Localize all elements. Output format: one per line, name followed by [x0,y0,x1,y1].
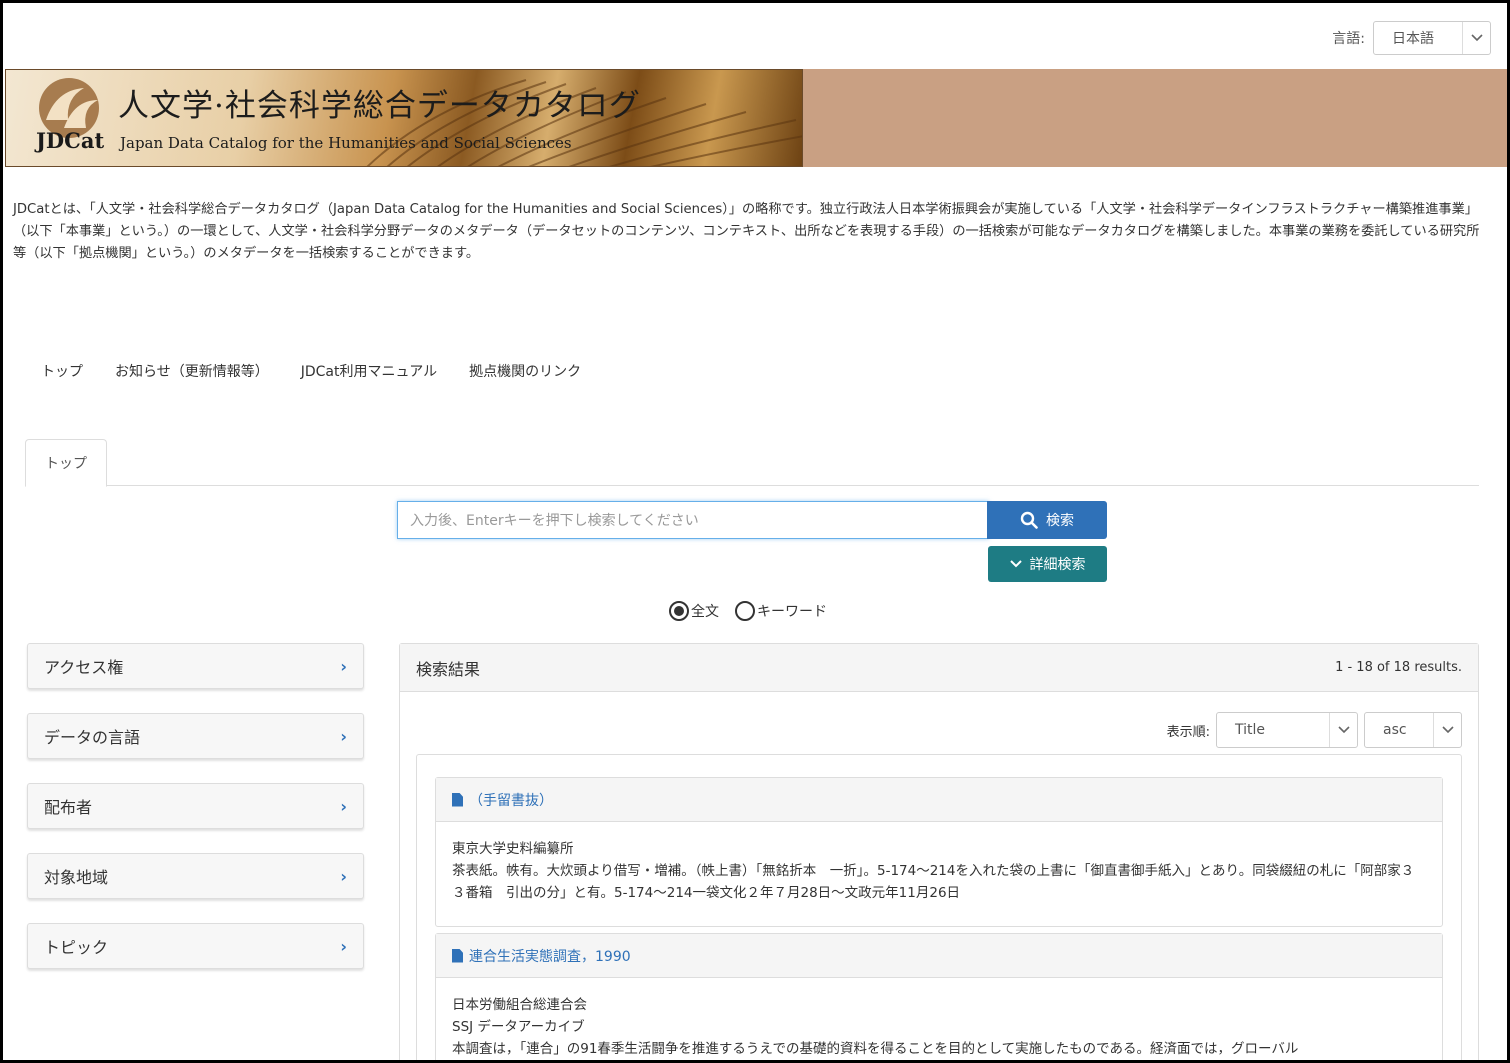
facet-access-rights[interactable]: アクセス権 › [27,643,364,689]
chevron-right-icon: › [340,936,347,956]
language-selector: 言語: 日本語 [1332,21,1491,55]
result-item-body: 日本労働組合総連合会 SSJ データアーカイブ 本調査は，「連合」の91春季生活… [436,978,1442,1060]
radio-fulltext-label: 全文 [691,604,719,620]
result-item: 連合生活実態調査，1990 日本労働組合総連合会 SSJ データアーカイブ 本調… [435,933,1443,1060]
chevron-right-icon: › [340,726,347,746]
result-item-line: 本調査は，「連合」の91春季生活闘争を推進するうえでの基礎的資料を得ることを目的… [452,1041,1299,1057]
facet-label: トピック [44,938,109,957]
facet-label: 対象地域 [44,868,109,887]
chevron-down-icon [1329,713,1357,747]
chevron-right-icon: › [340,656,347,676]
facet-topic[interactable]: トピック › [27,923,364,969]
banner-brand: JDCat [36,128,105,153]
search-mode-radios: 全文 キーワード [669,601,827,621]
document-icon [452,948,463,963]
chevron-right-icon: › [340,866,347,886]
search-button-label: 検索 [1046,513,1074,529]
main-nav: トップ お知らせ（更新情報等） JDCat利用マニュアル 拠点機関のリンク [41,361,613,381]
chevron-right-icon: › [340,796,347,816]
radio-selected-dot [674,606,684,616]
result-item-line: SSJ データアーカイブ [452,1019,585,1035]
result-item-line: 茶表紙。帙有。大炊頭より借写・増補。（帙上書）「無銘折本 一折」。5-174～2… [452,863,1415,901]
results-list: （手留書抜） 東京大学史料編纂所 茶表紙。帙有。大炊頭より借写・増補。（帙上書）… [416,754,1462,1060]
nav-item-links[interactable]: 拠点機関のリンク [469,361,581,381]
facet-data-language[interactable]: データの言語 › [27,713,364,759]
sort-order-value: asc [1383,722,1407,738]
result-item-line: 東京大学史料編纂所 [452,841,574,857]
chevron-down-icon [1009,560,1022,568]
results-panel: 検索結果 1 - 18 of 18 results. 表示順: Title as… [399,643,1479,1060]
result-item-header[interactable]: 連合生活実態調査，1990 [436,934,1442,978]
facet-distributor[interactable]: 配布者 › [27,783,364,829]
results-count: 1 - 18 of 18 results. [1335,660,1462,675]
result-item-title[interactable]: 連合生活実態調査，1990 [469,946,631,966]
search-input[interactable]: 入力後、Enterキーを押下し検索してください [397,501,989,539]
result-item-title[interactable]: （手留書抜） [469,790,553,810]
sort-field-value: Title [1235,722,1266,738]
tab-top[interactable]: トップ [25,439,107,487]
facet-label: データの言語 [44,728,141,747]
sort-field-select[interactable]: Title [1216,712,1358,748]
advanced-search-label: 詳細検索 [1029,557,1086,573]
result-item-body: 東京大学史料編纂所 茶表紙。帙有。大炊頭より借写・増補。（帙上書）「無銘折本 一… [436,822,1442,920]
results-header: 検索結果 1 - 18 of 18 results. [400,644,1478,692]
sort-label: 表示順: [1166,724,1210,740]
tab-bar: トップ [25,439,1479,487]
radio-fulltext[interactable] [669,601,689,621]
radio-keyword[interactable] [735,601,755,621]
radio-keyword-label: キーワード [757,604,827,620]
sort-order-select[interactable]: asc [1364,712,1462,748]
advanced-search-button[interactable]: 詳細検索 [988,546,1107,582]
language-label: 言語: [1332,31,1365,47]
search-button[interactable]: 検索 [987,501,1107,539]
chevron-down-icon [1433,713,1461,747]
results-title: 検索結果 [416,659,481,679]
nav-item-top[interactable]: トップ [41,361,83,381]
result-item-line: 日本労働組合総連合会 [452,997,587,1013]
result-item: （手留書抜） 東京大学史料編纂所 茶表紙。帙有。大炊頭より借写・増補。（帙上書）… [435,777,1443,927]
search-placeholder: 入力後、Enterキーを押下し検索してください [410,513,699,529]
site-description: JDCatとは、「人文学・社会科学総合データカタログ（Japan Data Ca… [13,202,1480,261]
language-value: 日本語 [1392,31,1434,47]
result-item-header[interactable]: （手留書抜） [436,778,1442,822]
banner-logo-image[interactable]: 人文学·社会科学総合データカタログ JDCat Japan Data Catal… [5,69,803,167]
chevron-down-icon [1462,22,1490,54]
banner-title: 人文学·社会科学総合データカタログ [118,88,641,124]
site-banner: 人文学·社会科学総合データカタログ JDCat Japan Data Catal… [5,69,1507,167]
page-frame: 言語: 日本語 人文学·社会科学総合データカタログ JDCat Japan Da… [0,0,1510,1063]
search-icon [1020,511,1038,529]
facet-region[interactable]: 対象地域 › [27,853,364,899]
banner-subtitle: Japan Data Catalog for the Humanities an… [120,134,572,152]
nav-item-manual[interactable]: JDCat利用マニュアル [301,361,437,381]
document-icon [452,792,463,807]
sort-bar: 表示順: Title asc [1167,712,1462,748]
nav-item-news[interactable]: お知らせ（更新情報等） [115,361,269,381]
language-select[interactable]: 日本語 [1373,21,1491,55]
facet-label: 配布者 [44,798,93,817]
facet-label: アクセス権 [44,658,124,677]
